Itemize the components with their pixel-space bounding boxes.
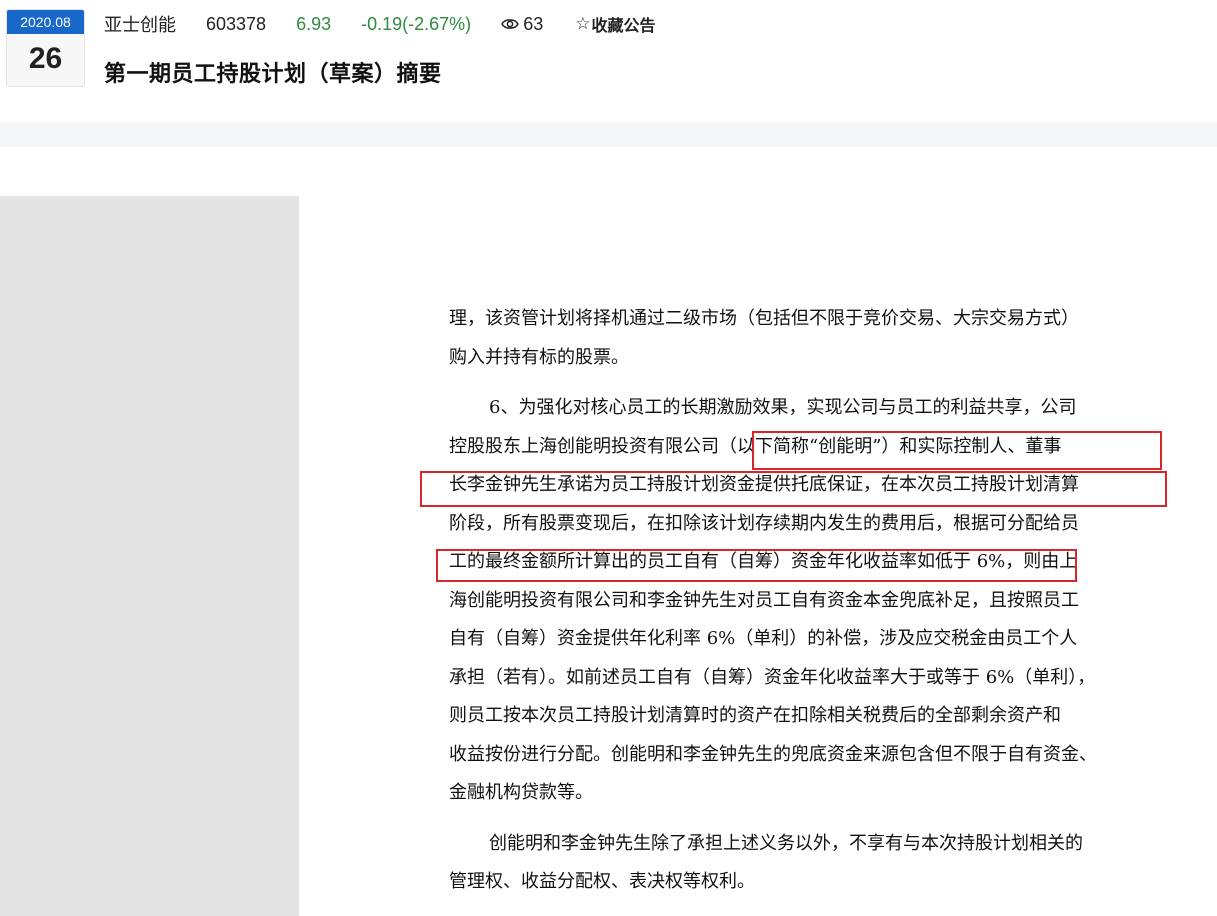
doc-line: 自有（自筹）资金提供年化利率 6%（单利）的补偿，涉及应交税金由员工个人 bbox=[449, 628, 1078, 649]
doc-line: 则员工按本次员工持股计划清算时的资产在扣除相关税费后的全部剩余资产和 bbox=[449, 705, 1061, 726]
eye-icon bbox=[501, 19, 520, 29]
doc-line: 理，该资管计划将择机通过二级市场（包括但不限于竞价交易、大宗交易方式） bbox=[449, 308, 1079, 329]
doc-line: 购入并持有标的股票。 bbox=[449, 346, 629, 368]
doc-line: 金融机构贷款等。 bbox=[449, 782, 593, 803]
favorite-label: 收藏公告 bbox=[591, 16, 656, 35]
document-page: 理，该资管计划将择机通过二级市场（包括但不限于竞价交易、大宗交易方式） 购入并持… bbox=[449, 300, 1169, 902]
doc-line: 海创能明投资有限公司和李金钟先生对员工自有资金本金兜底补足，且按照员工 bbox=[449, 589, 1079, 611]
date-badge: 2020.08 26 bbox=[6, 9, 85, 87]
stock-meta-row: 亚士创能 603378 6.93 -0.19(-2.67%) 63 ☆ 收藏公告 bbox=[104, 10, 655, 38]
doc-line: 创能明和李金钟先生除了承担上述义务以外，不享有与本次持股计划相关的 bbox=[489, 832, 1083, 854]
doc-line: 工的最终金额所计算出的员工自有（自筹）资金年化收益率如低于 6%，则由上 bbox=[449, 551, 1078, 572]
left-side-panel bbox=[0, 196, 299, 916]
doc-line: 控股股东上海创能明投资有限公司（以下简称“创能明”）和实际控制人、董事 bbox=[449, 435, 1062, 457]
view-count: 63 bbox=[501, 14, 543, 35]
doc-line: 6、为强化对核心员工的长期激励效果，实现公司与员工的利益共享，公司 bbox=[489, 397, 1077, 418]
doc-line: 阶段，所有股票变现后，在扣除该计划存续期内发生的费用后，根据可分配给员 bbox=[449, 512, 1079, 534]
page-title: 第一期员工持股计划（草案）摘要 bbox=[104, 62, 442, 87]
doc-line: 承担（若有）。如前述员工自有（自筹）资金年化收益率大于或等于 6%（单利）， bbox=[449, 666, 1096, 688]
doc-line: 管理权、收益分配权、表决权等权利。 bbox=[449, 871, 755, 892]
header-divider-band bbox=[0, 122, 1217, 147]
view-count-value: 63 bbox=[523, 13, 544, 34]
doc-line: 长李金钟先生承诺为员工持股计划资金提供托底保证，在本次员工持股计划清算 bbox=[449, 474, 1079, 495]
favorite-button[interactable]: ☆ 收藏公告 bbox=[575, 12, 655, 36]
date-day: 26 bbox=[28, 42, 63, 75]
doc-line: 收益按份进行分配。创能明和李金钟先生的兜底资金来源包含但不限于自有资金、 bbox=[449, 743, 1097, 765]
date-year-month: 2020.08 bbox=[7, 10, 84, 34]
stock-price: 6.93 bbox=[296, 13, 332, 34]
star-outline-icon: ☆ bbox=[575, 14, 591, 34]
stock-code[interactable]: 603378 bbox=[206, 14, 266, 35]
stock-name[interactable]: 亚士创能 bbox=[104, 11, 176, 37]
stock-change: -0.19(-2.67%) bbox=[361, 13, 472, 34]
